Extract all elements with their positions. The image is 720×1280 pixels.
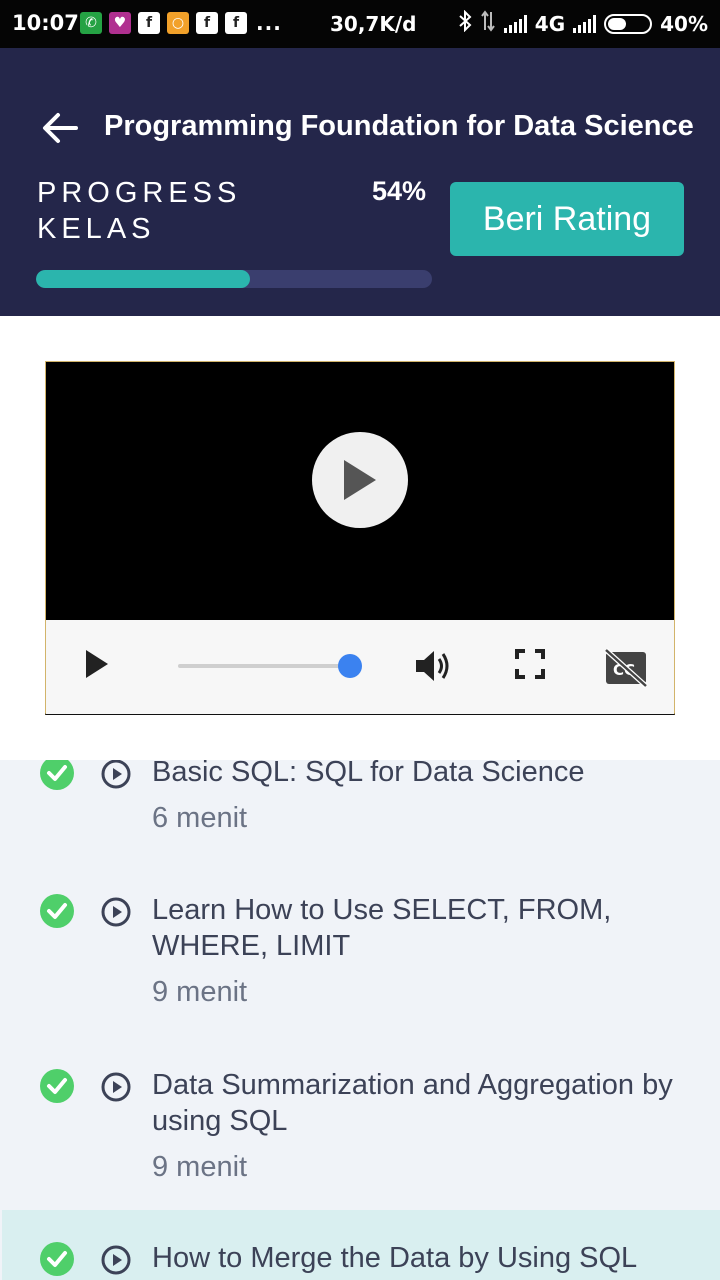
network-speed: 30,7K/d — [330, 12, 417, 36]
status-time: 10:07 — [12, 11, 79, 35]
lesson-item-active[interactable]: How to Merge the Data by Using SQL — [2, 1210, 720, 1280]
facebook-icon: f — [138, 12, 160, 34]
lesson-title: Data Summarization and Aggregation by us… — [152, 1069, 673, 1137]
facebook-icon: f — [196, 12, 218, 34]
status-right: 4G 40% — [458, 9, 708, 37]
check-icon — [40, 1069, 74, 1103]
play-circle-icon — [100, 896, 132, 928]
page-title: Programming Foundation for Data Science — [104, 110, 694, 142]
captions-off-icon[interactable]: CC — [604, 648, 648, 693]
lesson-item[interactable]: Basic SQL: SQL for Data Science 6 menit — [0, 760, 720, 880]
game-app-icon: ♥ — [109, 12, 131, 34]
chat-app-icon: ○ — [167, 12, 189, 34]
check-icon — [40, 1242, 74, 1276]
battery-percent: 40% — [660, 11, 708, 36]
play-circle-icon — [100, 1244, 132, 1276]
big-play-button[interactable] — [312, 432, 408, 528]
facebook-icon: f — [225, 12, 247, 34]
check-icon — [40, 894, 74, 928]
seek-bar[interactable] — [178, 664, 348, 668]
notification-icons: ✆ ♥ f ○ f f ... — [80, 11, 282, 35]
lesson-duration: 6 menit — [152, 802, 248, 834]
lesson-title: Learn How to Use SELECT, FROM, WHERE, LI… — [152, 894, 612, 962]
network-type: 4G — [534, 11, 566, 36]
fullscreen-icon[interactable] — [514, 648, 546, 685]
lesson-item[interactable]: Learn How to Use SELECT, FROM, WHERE, LI… — [0, 890, 720, 1050]
status-bar: 10:07 ✆ ♥ f ○ f f ... 30,7K/d 4G 40% — [0, 0, 720, 48]
play-icon — [344, 460, 376, 500]
video-screen[interactable] — [46, 362, 674, 620]
lesson-list: Basic SQL: SQL for Data Science 6 menit … — [0, 760, 720, 1280]
data-transfer-icon — [480, 10, 496, 37]
back-arrow-icon[interactable] — [40, 108, 80, 148]
video-player: CC — [45, 361, 675, 715]
signal-icon — [503, 14, 527, 33]
progress-label: PROGRESS KELAS — [37, 177, 242, 245]
course-header: Programming Foundation for Data Science … — [0, 48, 720, 316]
volume-icon[interactable] — [414, 648, 454, 689]
check-icon — [40, 760, 74, 790]
lesson-title: Basic SQL: SQL for Data Science — [152, 760, 585, 788]
play-icon[interactable] — [84, 648, 110, 685]
whatsapp-icon: ✆ — [80, 12, 102, 34]
player-controls: CC — [46, 620, 674, 714]
lesson-duration: 9 menit — [152, 976, 248, 1008]
progress-bar-fill — [36, 270, 250, 288]
rate-button[interactable]: Beri Rating — [450, 182, 684, 256]
progress-bar — [36, 270, 432, 288]
battery-icon — [604, 13, 653, 34]
lesson-item[interactable]: Data Summarization and Aggregation by us… — [0, 1065, 720, 1205]
more-notifications: ... — [256, 11, 282, 35]
progress-percent: 54% — [372, 176, 427, 206]
play-circle-icon — [100, 1071, 132, 1103]
seek-thumb[interactable] — [338, 654, 362, 678]
signal-icon — [573, 14, 597, 33]
bluetooth-icon — [458, 9, 472, 37]
lesson-title: How to Merge the Data by Using SQL — [152, 1242, 638, 1274]
lesson-duration: 9 menit — [152, 1151, 248, 1183]
play-circle-icon — [100, 760, 132, 790]
